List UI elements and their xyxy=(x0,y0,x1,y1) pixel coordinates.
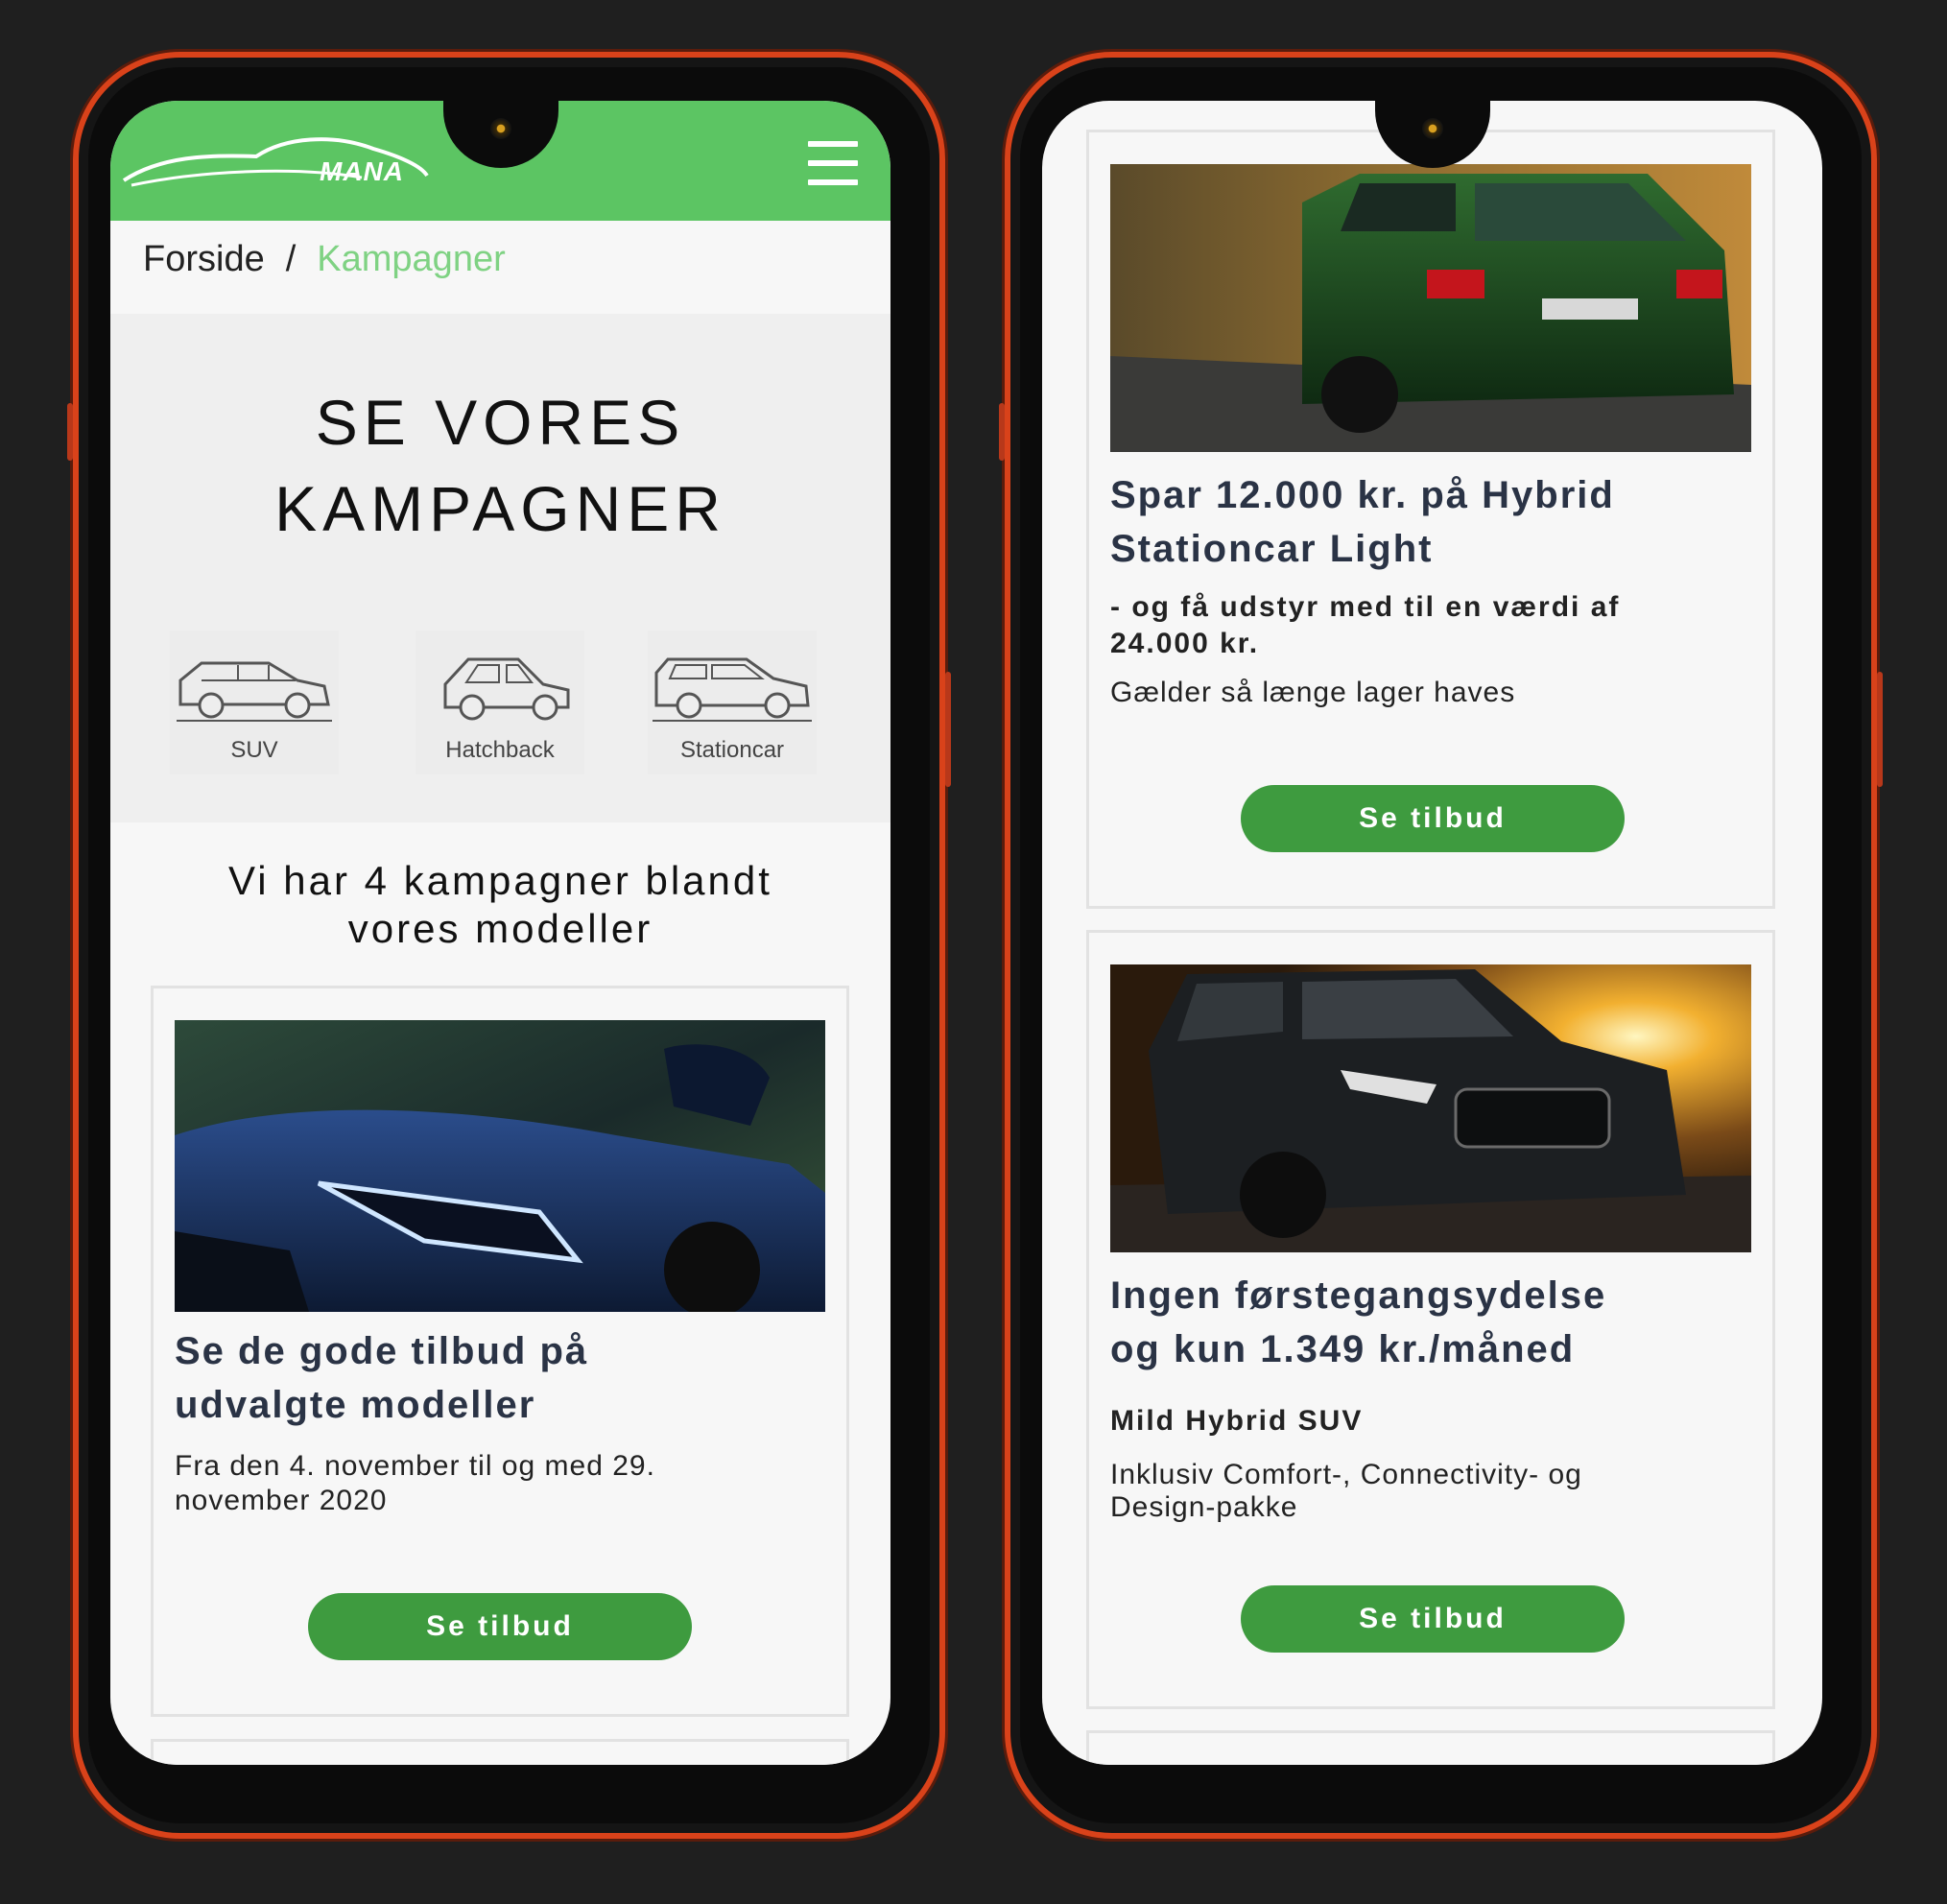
volume-button xyxy=(999,403,1005,461)
campaign-count-line1: Vi har 4 kampagner blandt xyxy=(228,858,772,903)
see-offer-button[interactable]: Se tilbud xyxy=(1241,1585,1625,1653)
category-label: Stationcar xyxy=(679,737,785,763)
card-text-line2: november 2020 xyxy=(175,1485,388,1516)
campaign-card: Se de gode tilbud på udvalgte modeller F… xyxy=(151,986,849,1717)
hamburger-menu-icon[interactable] xyxy=(808,141,858,185)
card-title: Ingen førstegangsydelse og kun 1.349 kr.… xyxy=(1110,1269,1606,1376)
category-label: Hatchback xyxy=(445,737,555,763)
card-title-line2: og kun 1.349 kr./måned xyxy=(1110,1328,1576,1370)
breadcrumb: Forside / Kampagner xyxy=(143,239,506,280)
campaign-count-text: Vi har 4 kampagner blandt vores modeller xyxy=(110,857,890,953)
campaign-card: Ingen førstegangsydelse og kun 1.349 kr.… xyxy=(1086,930,1775,1709)
card-subtitle-line1: - og få udstyr med til en værdi af xyxy=(1110,591,1621,623)
volume-button xyxy=(67,403,73,461)
stationcar-car-icon xyxy=(653,657,812,722)
card-text: Fra den 4. november til og med 29. novem… xyxy=(175,1449,655,1518)
card-title-line2: Stationcar Light xyxy=(1110,528,1434,570)
camera-icon xyxy=(489,118,511,139)
camera-icon xyxy=(1421,118,1443,139)
power-button xyxy=(1877,672,1883,787)
card-subtitle: Mild Hybrid SUV xyxy=(1110,1405,1364,1437)
see-offer-button[interactable]: Se tilbud xyxy=(308,1593,692,1660)
card-text: Gælder så længe lager haves xyxy=(1110,677,1516,708)
hero-section: SE VORES KAMPAGNER SUV Hatchback Station… xyxy=(110,314,890,822)
logo-text[interactable]: MANA xyxy=(320,156,404,187)
campaign-card-next xyxy=(151,1739,849,1765)
category-label: SUV xyxy=(230,737,278,763)
card-title-line1: Spar 12.000 kr. på Hybrid xyxy=(1110,474,1615,516)
see-offer-button[interactable]: Se tilbud xyxy=(1241,785,1625,852)
card-subtitle: - og få udstyr med til en værdi af 24.00… xyxy=(1110,589,1620,662)
breadcrumb-home[interactable]: Forside xyxy=(143,239,265,279)
page-title: SE VORES KAMPAGNER xyxy=(110,379,890,552)
phone-frame-left: MANA Forside / Kampagner SE VORES KAMPAGNE… xyxy=(67,52,951,1839)
car-image-blue-sedan[interactable] xyxy=(175,1020,825,1312)
campaign-card: Spar 12.000 kr. på Hybrid Stationcar Lig… xyxy=(1086,130,1775,909)
page-title-line1: SE VORES xyxy=(315,387,686,458)
car-image-green-stationcar[interactable] xyxy=(1110,164,1751,452)
screen-right: Spar 12.000 kr. på Hybrid Stationcar Lig… xyxy=(1042,101,1822,1765)
category-hatchback[interactable]: Hatchback xyxy=(416,631,584,774)
card-text: Inklusiv Comfort-, Connectivity- og Desi… xyxy=(1110,1459,1582,1524)
breadcrumb-current: Kampagner xyxy=(317,239,506,279)
card-title: Spar 12.000 kr. på Hybrid Stationcar Lig… xyxy=(1110,468,1615,576)
hatchback-car-icon xyxy=(443,657,570,721)
category-stationcar[interactable]: Stationcar xyxy=(648,631,817,774)
card-title-line1: Se de gode tilbud på xyxy=(175,1330,589,1372)
card-title-line1: Ingen førstegangsydelse xyxy=(1110,1274,1607,1317)
suv-car-icon xyxy=(177,661,332,722)
breadcrumb-separator: / xyxy=(285,239,297,279)
screen-left: MANA Forside / Kampagner SE VORES KAMPAGNE… xyxy=(110,101,890,1765)
card-text-line1: Inklusiv Comfort-, Connectivity- og xyxy=(1110,1459,1582,1490)
card-title: Se de gode tilbud på udvalgte modeller xyxy=(175,1324,588,1432)
card-subtitle-line2: 24.000 kr. xyxy=(1110,628,1260,659)
car-image-dark-suv[interactable] xyxy=(1110,964,1751,1252)
campaign-count-line2: vores modeller xyxy=(347,906,653,951)
category-suv[interactable]: SUV xyxy=(170,631,339,774)
power-button xyxy=(945,672,951,787)
phone-frame-right: Spar 12.000 kr. på Hybrid Stationcar Lig… xyxy=(999,52,1883,1839)
card-title-line2: udvalgte modeller xyxy=(175,1384,536,1426)
card-text-line1: Fra den 4. november til og med 29. xyxy=(175,1450,655,1482)
page-title-line2: KAMPAGNER xyxy=(274,473,726,544)
card-text-line2: Design-pakke xyxy=(1110,1491,1298,1523)
campaign-card-next xyxy=(1086,1730,1775,1765)
